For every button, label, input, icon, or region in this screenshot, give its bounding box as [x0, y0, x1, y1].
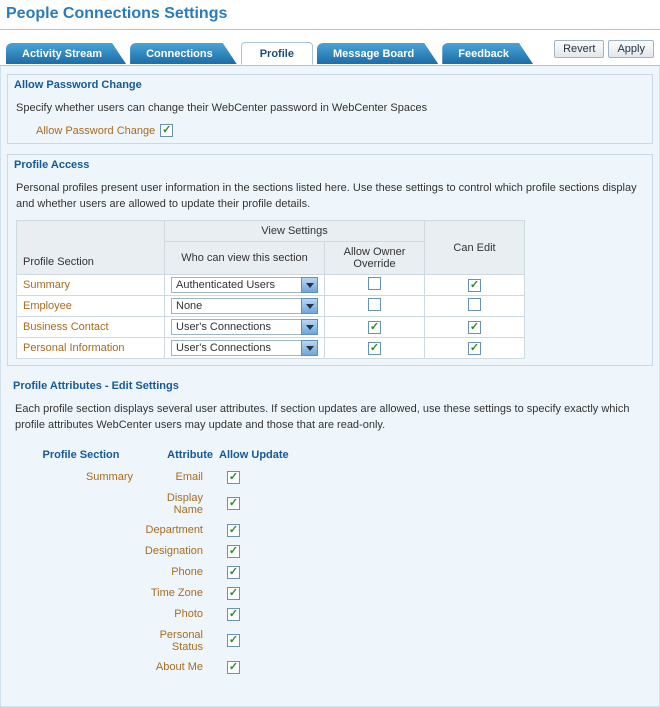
col-allow-override: Allow Owner Override: [325, 242, 425, 275]
chevron-down-icon: [306, 325, 314, 330]
allow-update-checkbox[interactable]: [227, 545, 240, 558]
tab-connections[interactable]: Connections: [130, 43, 237, 64]
allow-password-label: Allow Password Change: [36, 125, 155, 137]
col-allow-update: Allow Update: [213, 449, 303, 461]
chevron-down-icon: [306, 346, 314, 351]
tab-profile[interactable]: Profile: [241, 42, 313, 65]
who-can-view-select[interactable]: User's Connections: [171, 319, 318, 335]
can-edit-checkbox[interactable]: [468, 279, 481, 292]
allow-override-checkbox[interactable]: [368, 342, 381, 355]
list-item: About Me: [15, 657, 645, 678]
col-view-settings: View Settings: [165, 221, 425, 242]
attr-name: Display Name: [143, 492, 213, 516]
can-edit-checkbox[interactable]: [468, 342, 481, 355]
col-who-view: Who can view this section: [165, 242, 325, 275]
select-value: User's Connections: [171, 319, 301, 335]
select-value: User's Connections: [171, 340, 301, 356]
section-profile-attributes: Profile Attributes - Edit Settings Each …: [7, 376, 653, 684]
dropdown-button[interactable]: [301, 298, 318, 314]
select-value: None: [171, 298, 301, 314]
tab-bar: Activity StreamConnectionsProfileMessage…: [0, 30, 660, 66]
attr-name: Email: [143, 471, 213, 483]
section-profile-access: Profile Access Personal profiles present…: [7, 154, 653, 366]
dropdown-button[interactable]: [301, 319, 318, 335]
select-value: Authenticated Users: [171, 277, 301, 293]
attr-header-row: Profile Section Attribute Allow Update: [15, 441, 645, 467]
allow-update-checkbox[interactable]: [227, 661, 240, 674]
list-item: Personal Status: [15, 625, 645, 657]
allow-password-row: Allow Password Change: [36, 124, 173, 137]
profile-access-table: Profile Section View Settings Can Edit W…: [16, 220, 525, 359]
tab-activity-stream[interactable]: Activity Stream: [6, 43, 126, 64]
allow-update-checkbox[interactable]: [227, 497, 240, 510]
allow-update-checkbox[interactable]: [227, 587, 240, 600]
attr-name: Designation: [143, 545, 213, 557]
row-section-label: Personal Information: [17, 338, 165, 359]
list-item: Phone: [15, 562, 645, 583]
row-section-label: Business Contact: [17, 317, 165, 338]
allow-password-checkbox[interactable]: [160, 124, 173, 137]
apply-button[interactable]: Apply: [608, 40, 654, 58]
table-row: Personal Information User's Connections: [17, 338, 525, 359]
allow-update-checkbox[interactable]: [227, 566, 240, 579]
list-item: Display Name: [15, 488, 645, 520]
col-attribute: Attribute: [143, 449, 213, 461]
dropdown-button[interactable]: [301, 277, 318, 293]
allow-override-checkbox[interactable]: [368, 298, 381, 311]
section-title: Profile Attributes - Edit Settings: [7, 376, 653, 396]
tab-message-board[interactable]: Message Board: [317, 43, 438, 64]
list-item: Designation: [15, 541, 645, 562]
col-can-edit: Can Edit: [425, 221, 525, 275]
content-panel: Allow Password Change Specify whether us…: [0, 66, 660, 707]
can-edit-checkbox[interactable]: [468, 321, 481, 334]
page-title: People Connections Settings: [0, 0, 660, 30]
table-row: Business Contact User's Connections: [17, 317, 525, 338]
allow-update-checkbox[interactable]: [227, 634, 240, 647]
table-row: Summary Authenticated Users: [17, 275, 525, 296]
allow-override-checkbox[interactable]: [368, 321, 381, 334]
section-desc: Personal profiles present user informati…: [16, 181, 644, 212]
revert-button[interactable]: Revert: [554, 40, 604, 58]
allow-update-checkbox[interactable]: [227, 524, 240, 537]
section-desc: Specify whether users can change their W…: [16, 101, 644, 116]
list-item: Department: [15, 520, 645, 541]
section-allow-password: Allow Password Change Specify whether us…: [7, 74, 653, 144]
allow-override-checkbox[interactable]: [368, 277, 381, 290]
attr-name: Personal Status: [143, 629, 213, 653]
col-profile-section: Profile Section: [19, 449, 143, 461]
section-title: Allow Password Change: [8, 75, 652, 95]
section-title: Profile Access: [8, 155, 652, 175]
tab-feedback[interactable]: Feedback: [442, 43, 533, 64]
attr-name: Time Zone: [143, 587, 213, 599]
col-profile-section: Profile Section: [17, 221, 165, 275]
attr-section: Summary: [19, 471, 143, 483]
allow-update-checkbox[interactable]: [227, 471, 240, 484]
list-item: Time Zone: [15, 583, 645, 604]
chevron-down-icon: [306, 283, 314, 288]
who-can-view-select[interactable]: None: [171, 298, 318, 314]
attr-name: Department: [143, 524, 213, 536]
who-can-view-select[interactable]: User's Connections: [171, 340, 318, 356]
dropdown-button[interactable]: [301, 340, 318, 356]
chevron-down-icon: [306, 304, 314, 309]
attr-name: About Me: [143, 661, 213, 673]
allow-update-checkbox[interactable]: [227, 608, 240, 621]
attr-name: Photo: [143, 608, 213, 620]
table-row: Employee None: [17, 296, 525, 317]
attr-name: Phone: [143, 566, 213, 578]
list-item: Photo: [15, 604, 645, 625]
section-desc: Each profile section displays several us…: [15, 402, 645, 433]
can-edit-checkbox[interactable]: [468, 298, 481, 311]
list-item: SummaryEmail: [15, 467, 645, 488]
who-can-view-select[interactable]: Authenticated Users: [171, 277, 318, 293]
row-section-label: Summary: [17, 275, 165, 296]
row-section-label: Employee: [17, 296, 165, 317]
